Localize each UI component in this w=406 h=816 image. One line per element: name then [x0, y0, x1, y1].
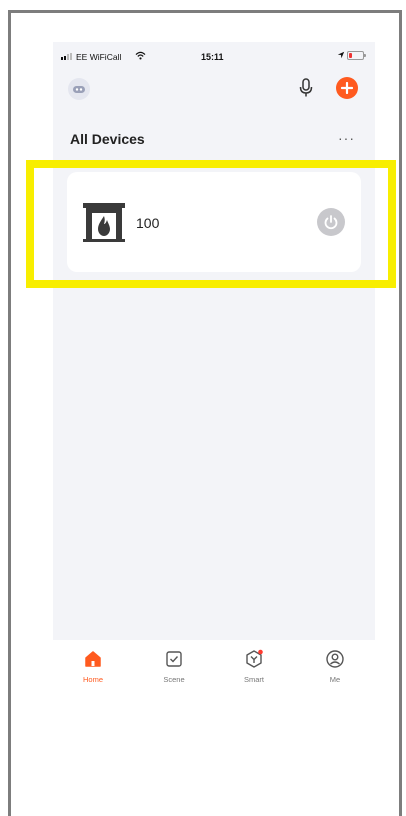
- tab-scene[interactable]: Scene: [144, 649, 204, 691]
- microphone-icon[interactable]: [298, 78, 314, 98]
- app-screen: EE WiFiCall 15:11 All Devices ··· 100: [53, 42, 375, 640]
- location-arrow-icon: [337, 51, 345, 59]
- tab-me[interactable]: Me: [305, 649, 365, 691]
- smart-icon: [246, 649, 263, 668]
- tab-home[interactable]: Home: [63, 649, 123, 691]
- battery-icon: [347, 51, 366, 60]
- tab-scene-label: Scene: [163, 675, 185, 684]
- bottom-tab-bar: Home Scene Smart Me: [53, 640, 375, 696]
- tab-smart-label: Smart: [243, 675, 264, 684]
- status-bar: EE WiFiCall 15:11: [53, 42, 375, 68]
- yellow-highlight-box: [26, 160, 396, 288]
- carrier-label: EE WiFiCall: [76, 52, 122, 62]
- home-icon: [85, 651, 101, 667]
- tab-smart[interactable]: Smart: [224, 649, 284, 691]
- profile-icon: [326, 650, 344, 668]
- wifi-icon: [135, 51, 146, 60]
- tab-me-label: Me: [329, 675, 341, 684]
- more-options-icon[interactable]: ···: [338, 130, 355, 146]
- home-avatar-icon[interactable]: [68, 78, 90, 100]
- plus-icon: [341, 82, 353, 94]
- add-device-button[interactable]: [336, 77, 358, 99]
- tab-home-label: Home: [82, 675, 103, 684]
- signal-icon: [61, 53, 73, 60]
- status-time: 15:11: [201, 52, 224, 62]
- scene-check-icon: [166, 651, 182, 667]
- page-title: All Devices: [70, 131, 145, 147]
